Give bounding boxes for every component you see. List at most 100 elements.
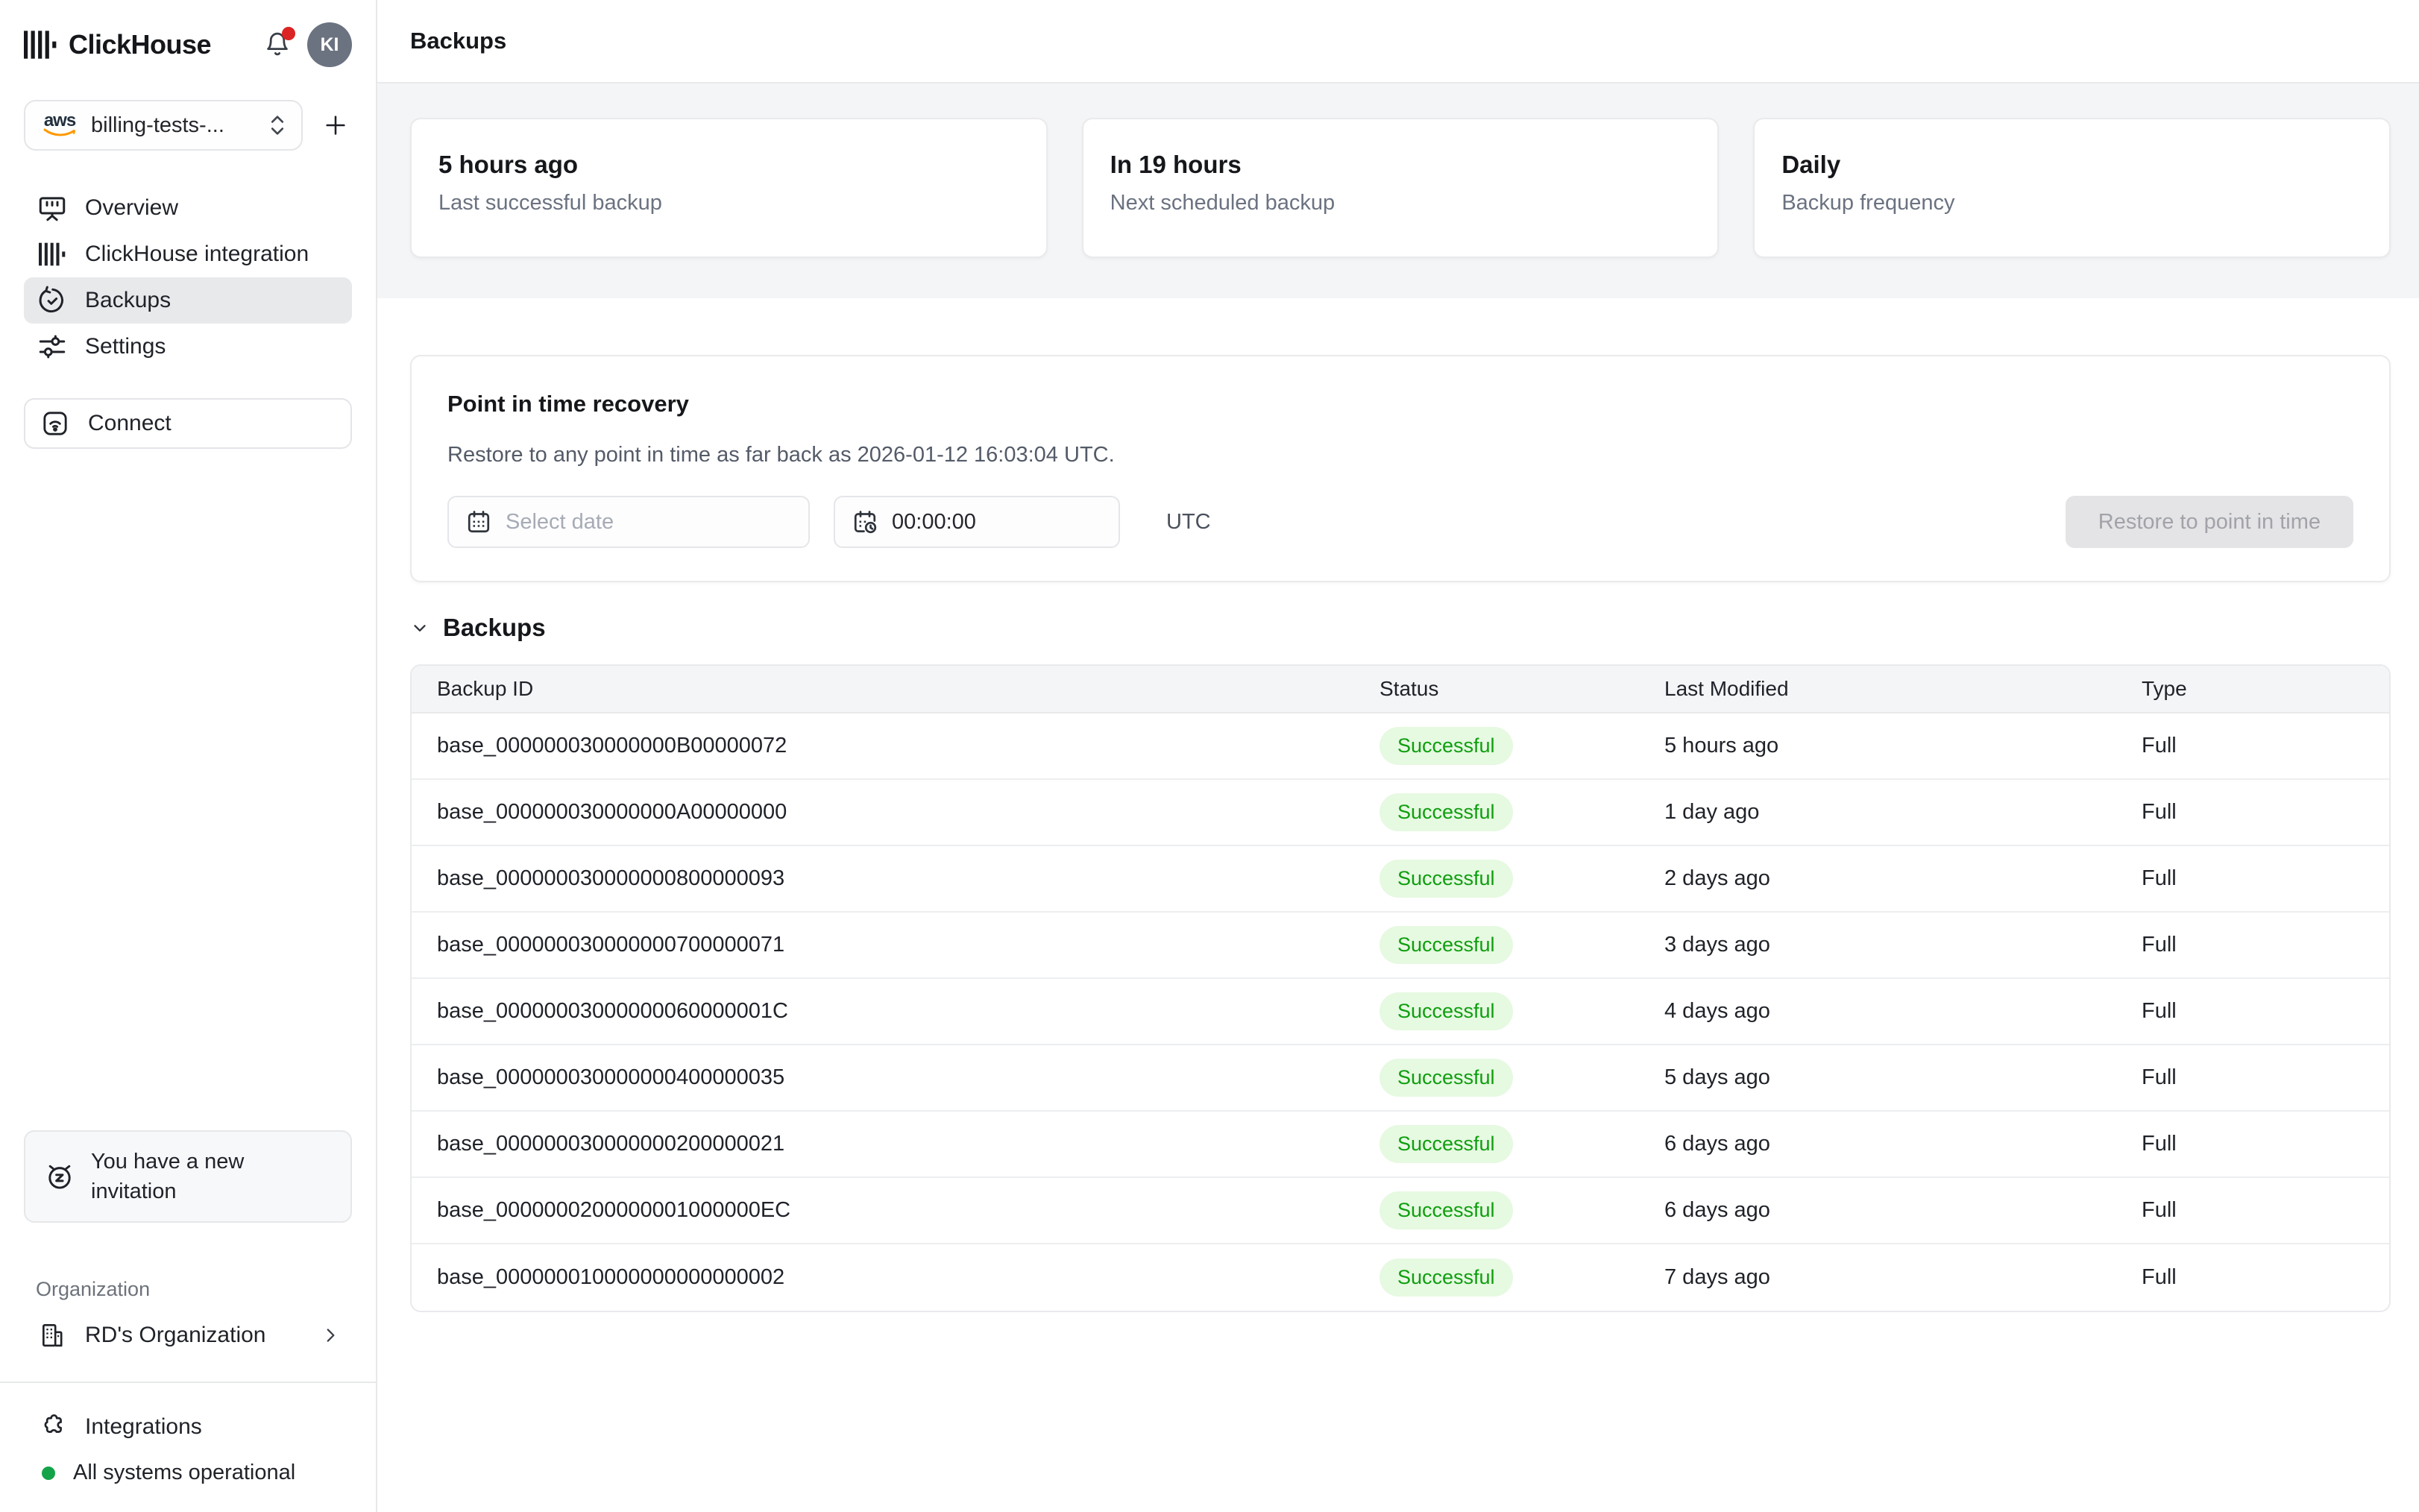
building-icon bbox=[36, 1320, 69, 1350]
chevron-up-down-icon bbox=[268, 113, 286, 138]
status-cell: Successful bbox=[1380, 1059, 1664, 1097]
sidebar-nav: Overview ClickHouse integration Backups bbox=[24, 185, 352, 370]
table-header-row: Backup ID Status Last Modified Type bbox=[412, 666, 2389, 714]
status-badge: Successful bbox=[1380, 793, 1513, 831]
status-badge: Successful bbox=[1380, 926, 1513, 964]
presentation-board-icon bbox=[36, 192, 69, 224]
status-badge: Successful bbox=[1380, 1125, 1513, 1163]
backups-section-toggle[interactable]: Backups bbox=[410, 614, 2391, 642]
table-body: base_000000030000000B00000072Successful5… bbox=[412, 714, 2389, 1311]
alarm-invitation-icon bbox=[43, 1160, 76, 1193]
integrations-link[interactable]: Integrations bbox=[24, 1413, 352, 1441]
last-modified-cell: 1 day ago bbox=[1664, 800, 2142, 825]
pitr-description: Restore to any point in time as far back… bbox=[447, 443, 2353, 467]
sidebar-item-clickhouse-integration[interactable]: ClickHouse integration bbox=[24, 231, 352, 277]
table-row: base_000000030000000800000093Successful 2… bbox=[412, 846, 2389, 913]
time-input[interactable]: 00:00:00 bbox=[834, 496, 1120, 548]
last-modified-cell: 6 days ago bbox=[1664, 1198, 2142, 1223]
backup-id-cell: base_000000030000000200000021 bbox=[412, 1132, 1380, 1156]
brand-name: ClickHouse bbox=[69, 29, 211, 60]
organization-switcher[interactable]: RD's Organization bbox=[24, 1320, 352, 1350]
status-cell: Successful bbox=[1380, 727, 1664, 765]
page-title: Backups bbox=[410, 28, 506, 54]
page-header: Backups bbox=[377, 0, 2419, 84]
chevron-right-icon bbox=[321, 1326, 340, 1345]
connect-button-label: Connect bbox=[88, 411, 172, 436]
backup-id-cell: base_00000003000000060000001C bbox=[412, 999, 1380, 1024]
integrations-label: Integrations bbox=[85, 1414, 202, 1440]
table-row: base_000000010000000000000002Successful 7… bbox=[412, 1244, 2389, 1311]
column-header-last-modified: Last Modified bbox=[1664, 677, 2142, 701]
table-row: base_000000030000000A00000000Successful 1… bbox=[412, 780, 2389, 846]
backup-id-cell: base_000000030000000A00000000 bbox=[412, 800, 1380, 825]
clickhouse-bars-icon bbox=[36, 242, 69, 266]
sidebar-item-label: ClickHouse integration bbox=[85, 242, 309, 267]
table-row: base_000000030000000700000071Successful3… bbox=[412, 913, 2389, 979]
status-badge: Successful bbox=[1380, 1259, 1513, 1297]
last-modified-cell: 5 hours ago bbox=[1664, 734, 2142, 758]
brand-row: ClickHouse KI bbox=[24, 21, 352, 69]
backup-id-cell: base_000000010000000000000002 bbox=[412, 1265, 1380, 1290]
status-ok-dot-icon bbox=[42, 1467, 55, 1480]
type-cell: Full bbox=[2142, 1065, 2389, 1090]
sidebar-item-backups[interactable]: Backups bbox=[24, 277, 352, 324]
type-cell: Full bbox=[2142, 866, 2389, 891]
table-row: base_0000000200000001000000ECSuccessful6… bbox=[412, 1178, 2389, 1244]
column-header-status: Status bbox=[1380, 677, 1664, 701]
puzzle-icon bbox=[36, 1413, 69, 1441]
calendar-clock-icon bbox=[852, 508, 878, 535]
notification-dot bbox=[282, 27, 295, 40]
column-header-type: Type bbox=[2142, 677, 2389, 701]
backup-history-icon bbox=[36, 285, 69, 316]
timezone-label: UTC bbox=[1166, 510, 1211, 535]
column-header-backup-id: Backup ID bbox=[412, 677, 1380, 701]
stat-card-next-backup: In 19 hours Next scheduled backup bbox=[1082, 118, 1720, 258]
table-row: base_00000003000000060000001CSuccessful4… bbox=[412, 979, 2389, 1045]
invitation-banner[interactable]: You have a new invitation bbox=[24, 1130, 352, 1223]
avatar[interactable]: KI bbox=[307, 22, 352, 67]
notifications-bell-icon[interactable] bbox=[264, 30, 292, 60]
sidebar: ClickHouse KI aws billing-tests-... bbox=[0, 0, 377, 1512]
sidebar-item-label: Settings bbox=[85, 334, 166, 359]
organization-name: RD's Organization bbox=[85, 1323, 266, 1348]
backup-id-cell: base_000000030000000B00000072 bbox=[412, 734, 1380, 758]
type-cell: Full bbox=[2142, 1198, 2389, 1223]
backup-id-cell: base_0000000200000001000000EC bbox=[412, 1198, 1380, 1223]
last-modified-cell: 2 days ago bbox=[1664, 866, 2142, 891]
stat-card-frequency: Daily Backup frequency bbox=[1753, 118, 2391, 258]
status-cell: Successful bbox=[1380, 992, 1664, 1030]
sidebar-item-overview[interactable]: Overview bbox=[24, 185, 352, 231]
chevron-down-icon bbox=[410, 618, 430, 637]
status-badge: Successful bbox=[1380, 860, 1513, 898]
sidebar-item-settings[interactable]: Settings bbox=[24, 324, 352, 370]
status-cell: Successful bbox=[1380, 926, 1664, 964]
stat-caption: Next scheduled backup bbox=[1110, 191, 1691, 215]
type-cell: Full bbox=[2142, 1265, 2389, 1290]
type-cell: Full bbox=[2142, 800, 2389, 825]
type-cell: Full bbox=[2142, 999, 2389, 1024]
system-status-label: All systems operational bbox=[73, 1461, 295, 1485]
stat-value: 5 hours ago bbox=[438, 151, 1019, 179]
sidebar-divider bbox=[0, 1382, 376, 1383]
backup-id-cell: base_000000030000000800000093 bbox=[412, 866, 1380, 891]
system-status-link[interactable]: All systems operational bbox=[24, 1461, 352, 1485]
stat-value: Daily bbox=[1781, 151, 2362, 179]
backups-section-title: Backups bbox=[443, 614, 546, 642]
main-area: Backups 5 hours ago Last successful back… bbox=[377, 0, 2419, 1512]
status-badge: Successful bbox=[1380, 727, 1513, 765]
restore-to-point-in-time-button[interactable]: Restore to point in time bbox=[2066, 496, 2353, 548]
service-selector[interactable]: aws billing-tests-... bbox=[24, 100, 303, 151]
sliders-icon bbox=[36, 331, 69, 362]
sidebar-item-label: Backups bbox=[85, 288, 171, 313]
organization-section-label: Organization bbox=[24, 1278, 352, 1301]
type-cell: Full bbox=[2142, 1132, 2389, 1156]
last-modified-cell: 5 days ago bbox=[1664, 1065, 2142, 1090]
connect-button[interactable]: Connect bbox=[24, 398, 352, 449]
last-modified-cell: 7 days ago bbox=[1664, 1265, 2142, 1290]
stat-caption: Backup frequency bbox=[1781, 191, 2362, 215]
date-input[interactable]: Select date bbox=[447, 496, 810, 548]
sidebar-item-label: Overview bbox=[85, 195, 178, 221]
add-service-button[interactable] bbox=[319, 109, 352, 142]
service-name: billing-tests-... bbox=[91, 113, 257, 138]
backups-table: Backup ID Status Last Modified Type base… bbox=[410, 664, 2391, 1312]
